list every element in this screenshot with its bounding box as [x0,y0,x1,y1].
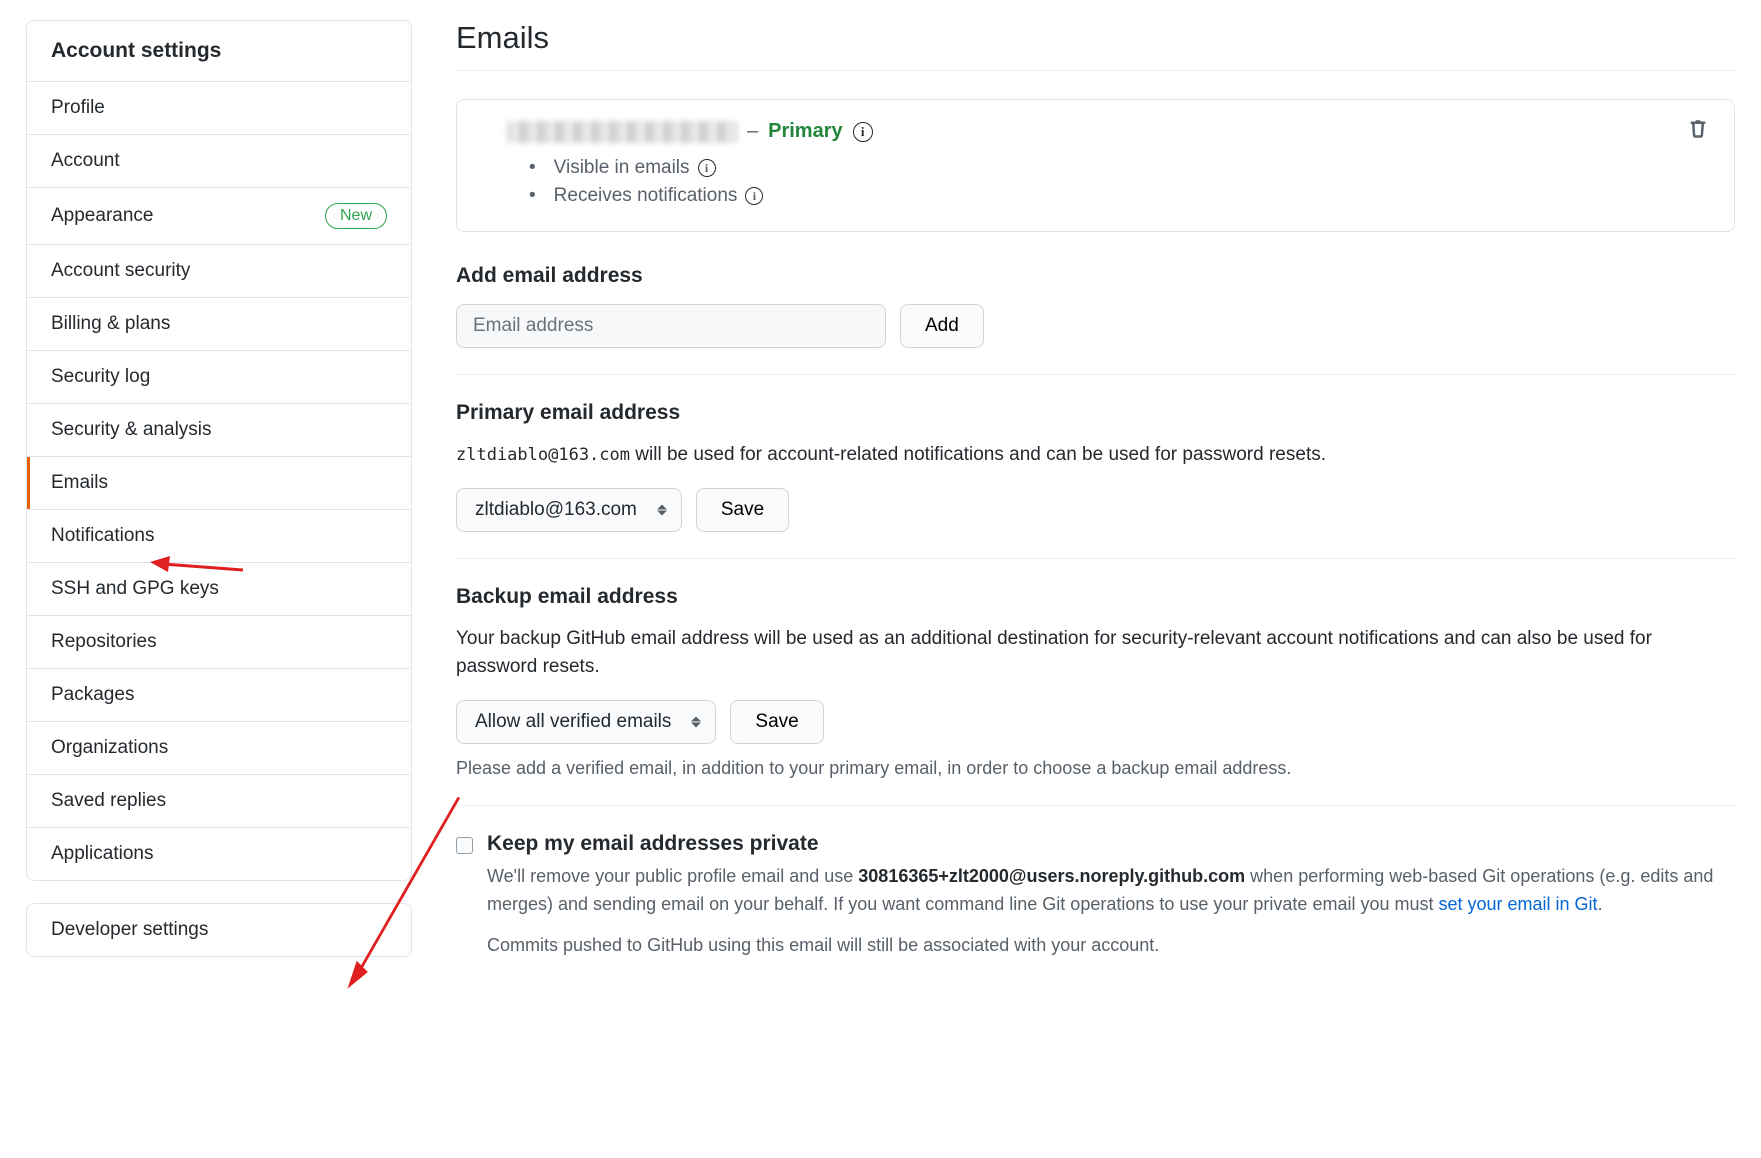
sidebar-header: Account settings [27,21,411,82]
noreply-email: 30816365+zlt2000@users.noreply.github.co… [858,866,1245,886]
sidebar-item-organizations[interactable]: Organizations [27,722,411,775]
sidebar-item-label: Billing & plans [51,313,170,335]
sidebar-item-appearance[interactable]: Appearance New [27,188,411,245]
sidebar-item-security-log[interactable]: Security log [27,351,411,404]
sidebar-item-emails[interactable]: Emails [27,457,411,510]
select-caret-icon [691,716,701,727]
page-title: Emails [456,20,1735,71]
section-description: Your backup GitHub email address will be… [456,625,1735,682]
redacted-email [507,121,737,143]
sidebar-item-label: Account security [51,260,190,282]
save-primary-button[interactable]: Save [696,488,789,532]
primary-email-select[interactable]: zltdiablo@163.com [456,488,682,532]
sidebar-item-saved-replies[interactable]: Saved replies [27,775,411,828]
backup-email-section: Backup email address Your backup GitHub … [456,585,1735,806]
email-meta-item: Visible in emails i [529,157,1708,179]
sidebar-item-security-analysis[interactable]: Security & analysis [27,404,411,457]
select-caret-icon [657,504,667,515]
sidebar-item-label: Notifications [51,525,155,547]
sidebar-item-label: Repositories [51,631,157,653]
info-icon[interactable]: i [853,122,873,142]
settings-nav: Account settings Profile Account Appeara… [26,20,412,881]
sidebar-item-label: Security & analysis [51,419,212,441]
backup-hint: Please add a verified email, in addition… [456,758,1735,779]
new-badge: New [325,203,387,229]
sidebar-item-repositories[interactable]: Repositories [27,616,411,669]
separator-dash: – [747,120,758,143]
sidebar-item-label: Organizations [51,737,168,759]
sidebar-item-label: Account [51,150,120,172]
primary-email-section: Primary email address zltdiablo@163.com … [456,401,1735,559]
add-email-section: Add email address Add [456,264,1735,375]
sidebar-item-label: Applications [51,843,153,865]
main-content: Emails – Primary i Visible in emails i R… [456,20,1735,1024]
sidebar-item-billing[interactable]: Billing & plans [27,298,411,351]
set-email-git-link[interactable]: set your email in Git [1439,894,1598,914]
sidebar-item-label: SSH and GPG keys [51,578,219,600]
sidebar-item-label: Emails [51,472,108,494]
sidebar-item-profile[interactable]: Profile [27,82,411,135]
trash-icon [1688,118,1708,140]
email-meta-item: Receives notifications i [529,185,1708,207]
sidebar-item-label: Appearance [51,205,153,227]
info-icon[interactable]: i [745,187,763,205]
sidebar-item-label: Packages [51,684,134,706]
sidebar-item-notifications[interactable]: Notifications [27,510,411,563]
section-description: zltdiablo@163.com will be used for accou… [456,441,1735,470]
sidebar-item-packages[interactable]: Packages [27,669,411,722]
sidebar-item-label: Profile [51,97,105,119]
keep-private-description: We'll remove your public profile email a… [487,862,1735,920]
info-icon[interactable]: i [698,159,716,177]
delete-email-button[interactable] [1688,118,1712,144]
save-backup-button[interactable]: Save [730,700,823,744]
section-heading: Primary email address [456,401,1735,425]
add-email-button[interactable]: Add [900,304,984,348]
keep-private-section: Keep my email addresses private We'll re… [456,832,1735,998]
sidebar-item-label: Security log [51,366,150,388]
select-value: zltdiablo@163.com [475,499,637,521]
primary-email-card: – Primary i Visible in emails i Receives… [456,99,1735,232]
section-heading: Backup email address [456,585,1735,609]
section-heading: Add email address [456,264,1735,288]
primary-badge: Primary [768,120,843,143]
sidebar-item-account[interactable]: Account [27,135,411,188]
add-email-input[interactable] [456,304,886,348]
settings-sidebar: Account settings Profile Account Appeara… [26,20,412,1024]
sidebar-item-account-security[interactable]: Account security [27,245,411,298]
sidebar-item-label: Saved replies [51,790,166,812]
backup-email-select[interactable]: Allow all verified emails [456,700,716,744]
sidebar-item-applications[interactable]: Applications [27,828,411,880]
sidebar-item-developer-settings[interactable]: Developer settings [27,904,411,956]
select-value: Allow all verified emails [475,711,671,733]
keep-private-heading: Keep my email addresses private [487,832,1735,856]
sidebar-item-label: Developer settings [51,919,208,941]
developer-nav: Developer settings [26,903,412,957]
sidebar-item-ssh-gpg[interactable]: SSH and GPG keys [27,563,411,616]
keep-private-checkbox[interactable] [456,837,473,854]
primary-email-value: zltdiablo@163.com [456,445,630,465]
commits-note: Commits pushed to GitHub using this emai… [487,931,1735,960]
